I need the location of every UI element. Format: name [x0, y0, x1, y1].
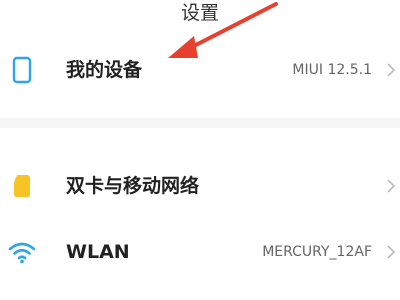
- settings-item-label: 双卡与移动网络: [66, 175, 200, 197]
- page-title: 设置: [180, 2, 219, 24]
- settings-item-label: 我的设备: [66, 59, 143, 81]
- chevron-right-icon: [384, 62, 398, 78]
- settings-item-dual-sim-mobile-network[interactable]: 双卡与移动网络: [0, 158, 400, 214]
- chevron-right-icon: [384, 178, 398, 194]
- settings-item-value: MIUI 12.5.1: [292, 62, 372, 78]
- settings-item-value: MERCURY_12AF: [262, 244, 372, 260]
- settings-item-label: WLAN: [66, 241, 130, 263]
- wifi-icon: [8, 238, 36, 266]
- chevron-right-icon: [384, 244, 398, 260]
- settings-item-wlan[interactable]: WLAN MERCURY_12AF: [0, 224, 400, 280]
- settings-item-my-device[interactable]: 我的设备 MIUI 12.5.1: [0, 42, 400, 98]
- section-divider: [0, 118, 400, 128]
- sim-card-icon: [8, 172, 36, 200]
- settings-screen: 设置 我的设备 MIUI 12.5.1 双卡与移动网络 WLAN MERCURY…: [0, 0, 400, 300]
- phone-device-icon: [8, 56, 36, 84]
